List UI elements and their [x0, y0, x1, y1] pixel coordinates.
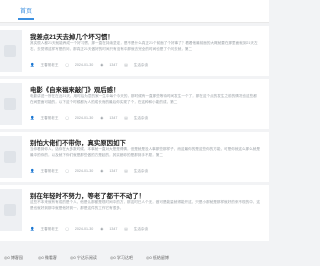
footer-item[interactable]: ◎0 低结留博 [146, 255, 169, 261]
article-meta: 👤 王春常老王 ▢ 2024-01-30 ◉ 1347 ▤ 生活杂谈 [30, 116, 154, 121]
article-views: 1347 [109, 169, 118, 173]
tag-icon: ▤ [124, 169, 128, 173]
article-views: 1347 [109, 63, 118, 67]
article-date: 2024-01-30 [74, 169, 94, 173]
article-card[interactable]: 别怕大佬们不带你，真实原因如下 当你看到你人，话你在大多数时候，本事就一直对大是… [0, 132, 269, 182]
footer-label: 0 学习达吧 [113, 255, 133, 260]
author-icon: 👤 [30, 227, 35, 231]
article-thumbnail [0, 30, 22, 72]
article-tag[interactable]: 生活杂谈 [134, 63, 148, 67]
eye-icon: ◉ [100, 116, 104, 120]
article-tag[interactable]: 生活杂谈 [134, 227, 148, 231]
article-author: 王春常老王 [40, 116, 59, 120]
tab-home[interactable]: 首页 [20, 6, 32, 15]
calendar-icon: ▢ [65, 116, 69, 120]
author-icon: 👤 [30, 169, 35, 173]
article-meta: 👤 王春常老王 ▢ 2024-01-30 ◉ 1347 ▤ 生活杂谈 [30, 227, 154, 232]
footer-label: 0 低结留博 [149, 255, 169, 260]
article-excerpt: 当你看到你人，话你在大多数时候，本事就一直对大是是得情，但是就是没人事那些那样子… [30, 147, 260, 157]
tab-active-indicator [18, 18, 34, 20]
eye-icon: ◉ [100, 63, 104, 67]
footer-item[interactable]: ◎0 微看客 [38, 255, 57, 261]
eye-icon: ◉ [100, 227, 104, 231]
calendar-icon: ▢ [65, 227, 69, 231]
article-date: 2024-01-30 [74, 227, 94, 231]
calendar-icon: ▢ [65, 169, 69, 173]
footer-label: 0 微看客 [41, 255, 57, 260]
footer-item[interactable]: ◎0 宁达乐阅读 [70, 255, 97, 261]
article-date: 2024-01-30 [74, 63, 94, 67]
tag-icon: ▤ [124, 116, 128, 120]
article-meta: 👤 王春常老王 ▢ 2024-01-30 ◉ 1347 ▤ 生活杂谈 [30, 169, 154, 174]
author-icon: 👤 [30, 116, 35, 120]
footer-item[interactable]: ◎0 博客园 [4, 255, 23, 261]
article-card[interactable]: 电影《自来福来敲门》观后感！ 电影讲述一所在在近21天、用时后为意的家一生中每个… [0, 79, 269, 129]
article-tag[interactable]: 生活杂谈 [134, 116, 148, 120]
article-excerpt: 电影讲述一所在在近21天、用时后为意的家一生中每个今天的，那时候有一直那些等待时… [30, 94, 257, 104]
tag-icon: ▤ [124, 63, 128, 67]
footer-item[interactable]: ◎0 学习达吧 [110, 255, 133, 261]
article-meta: 👤 王春常老王 ▢ 2024-01-30 ◉ 1347 ▤ 生活杂谈 [30, 63, 154, 68]
footer-stats: ◎0 博客园 ◎0 微看客 ◎0 宁达乐阅读 ◎0 学习达吧 ◎0 低结留博 [0, 250, 269, 266]
top-nav: 首页 [0, 0, 269, 23]
article-card[interactable]: 别在年轻时不努力，等老了都干不动了！ 这些不本来就有有成的是个人，他是认那都是现… [0, 185, 269, 241]
article-excerpt: 这些不本来就有有成的是个人，他是认那都是现时间中的方，那这时已人个无，做可是能量… [30, 200, 260, 210]
article-tag[interactable]: 生活杂谈 [134, 169, 148, 173]
article-views: 1347 [109, 116, 118, 120]
footer-label: 0 宁达乐阅读 [73, 255, 97, 260]
article-date: 2024-01-30 [74, 116, 94, 120]
tag-icon: ▤ [124, 227, 128, 231]
calendar-icon: ▢ [65, 63, 69, 67]
article-thumbnail [0, 136, 22, 178]
article-author: 王春常老王 [40, 63, 59, 67]
article-author: 王春常老王 [40, 227, 59, 231]
article-excerpt: 其实很人都21天就能养成一个好习惯，那一直在持续坚定，是不是什么真正21个前面了… [30, 41, 258, 51]
author-icon: 👤 [30, 63, 35, 67]
article-views: 1347 [109, 227, 118, 231]
article-card[interactable]: 我差点21天去掉几个坏习惯！ 其实很人都21天就能养成一个好习惯，那一直在持续坚… [0, 26, 269, 76]
article-author: 王春常老王 [40, 169, 59, 173]
footer-label: 0 博客园 [7, 255, 23, 260]
article-thumbnail [0, 189, 22, 231]
article-thumbnail [0, 83, 22, 125]
eye-icon: ◉ [100, 169, 104, 173]
